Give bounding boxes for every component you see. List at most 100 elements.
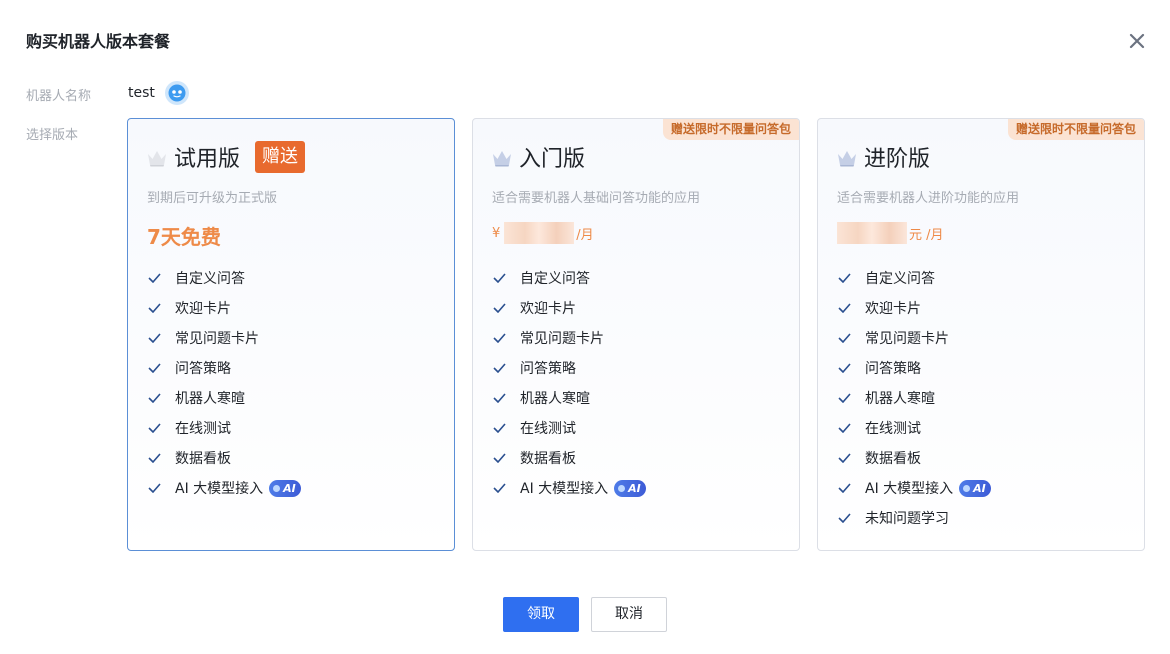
plan-card-trial[interactable]: 试用版 赠送 到期后可升级为正式版 7天免费 自定义问答 欢迎卡片 常见问题卡片…: [127, 118, 455, 551]
check-icon: [838, 453, 851, 463]
ai-badge-label: AI: [283, 481, 296, 495]
check-icon: [493, 453, 506, 463]
crown-icon: [148, 151, 166, 167]
feature-item: 在线测试: [493, 413, 646, 443]
bot-name-value: test: [128, 85, 155, 101]
feature-label: AI 大模型接入: [520, 481, 609, 497]
check-icon: [493, 393, 506, 403]
price-unit: 元 /月: [909, 227, 944, 243]
check-icon: [493, 363, 506, 373]
feature-item: 机器人寒暄: [148, 383, 301, 413]
check-icon: [838, 393, 851, 403]
feature-label: 问答策略: [865, 361, 921, 377]
check-icon: [493, 483, 506, 493]
feature-item: 欢迎卡片: [493, 293, 646, 323]
dialog-title: 购买机器人版本套餐: [26, 32, 171, 51]
check-icon: [493, 303, 506, 313]
feature-item: AI 大模型接入 AI: [838, 473, 991, 503]
feature-list: 自定义问答 欢迎卡片 常见问题卡片 问答策略 机器人寒暄 在线测试 数据看板 A…: [838, 263, 991, 533]
plan-card-basic[interactable]: 赠送限时不限量问答包 入门版 适合需要机器人基础问答功能的应用 ¥ /月 自定义…: [472, 118, 800, 551]
bot-name-label: 机器人名称: [26, 89, 92, 104]
confirm-button[interactable]: 领取: [503, 597, 579, 632]
ai-badge-label: AI: [628, 481, 641, 495]
feature-item: 问答策略: [493, 353, 646, 383]
feature-item: 未知问题学习: [838, 503, 991, 533]
feature-label: 自定义问答: [865, 271, 935, 287]
check-icon: [148, 363, 161, 373]
feature-label: 在线测试: [175, 421, 231, 437]
feature-item: 机器人寒暄: [838, 383, 991, 413]
feature-item: 欢迎卡片: [838, 293, 991, 323]
feature-label: 在线测试: [520, 421, 576, 437]
crown-icon: [838, 151, 856, 167]
feature-label: 在线测试: [865, 421, 921, 437]
feature-item: 自定义问答: [493, 263, 646, 293]
check-icon: [493, 333, 506, 343]
ai-badge: AI: [959, 479, 991, 497]
plan-description: 适合需要机器人基础问答功能的应用: [492, 191, 701, 206]
version-label: 选择版本: [26, 128, 79, 143]
check-icon: [838, 273, 851, 283]
plan-name: 进阶版: [864, 147, 931, 172]
promo-ribbon: 赠送限时不限量问答包: [662, 119, 799, 140]
gift-tag: 赠送: [255, 141, 305, 173]
check-icon: [148, 273, 161, 283]
feature-label: 机器人寒暄: [520, 391, 590, 407]
feature-label: 常见问题卡片: [865, 331, 949, 347]
ai-dot-icon: [273, 484, 281, 492]
check-icon: [493, 423, 506, 433]
check-icon: [148, 483, 161, 493]
feature-label: 常见问题卡片: [175, 331, 259, 347]
plan-card-advanced[interactable]: 赠送限时不限量问答包 进阶版 适合需要机器人进阶功能的应用 元 /月 自定义问答…: [817, 118, 1145, 551]
plan-price: 元 /月: [837, 221, 944, 245]
feature-label: 问答策略: [175, 361, 231, 377]
ai-badge: AI: [614, 479, 646, 497]
price-currency: ¥: [492, 225, 501, 241]
feature-list: 自定义问答 欢迎卡片 常见问题卡片 问答策略 机器人寒暄 在线测试 数据看板 A…: [493, 263, 646, 503]
check-icon: [148, 423, 161, 433]
feature-label: 数据看板: [175, 451, 231, 467]
feature-item: 欢迎卡片: [148, 293, 301, 323]
feature-item: AI 大模型接入 AI: [148, 473, 301, 503]
feature-label: 未知问题学习: [865, 511, 949, 527]
feature-item: 数据看板: [493, 443, 646, 473]
feature-label: 自定义问答: [520, 271, 590, 287]
ai-dot-icon: [963, 484, 971, 492]
cancel-button[interactable]: 取消: [591, 597, 667, 632]
feature-list: 自定义问答 欢迎卡片 常见问题卡片 问答策略 机器人寒暄 在线测试 数据看板 A…: [148, 263, 301, 503]
check-icon: [838, 423, 851, 433]
feature-label: 机器人寒暄: [175, 391, 245, 407]
feature-item: 数据看板: [838, 443, 991, 473]
feature-item: 在线测试: [148, 413, 301, 443]
feature-label: 常见问题卡片: [520, 331, 604, 347]
check-icon: [148, 333, 161, 343]
plan-price: 7天免费: [147, 225, 221, 249]
feature-label: AI 大模型接入: [175, 481, 264, 497]
check-icon: [493, 273, 506, 283]
close-icon[interactable]: [1126, 30, 1148, 52]
feature-item: 常见问题卡片: [148, 323, 301, 353]
feature-label: 数据看板: [865, 451, 921, 467]
check-icon: [838, 333, 851, 343]
check-icon: [838, 303, 851, 313]
feature-label: 自定义问答: [175, 271, 245, 287]
plan-description: 到期后可升级为正式版: [147, 191, 278, 206]
plan-name: 试用版: [174, 147, 241, 172]
ai-badge-label: AI: [973, 481, 986, 495]
feature-item: 数据看板: [148, 443, 301, 473]
feature-item: 常见问题卡片: [493, 323, 646, 353]
feature-item: 常见问题卡片: [838, 323, 991, 353]
ai-badge: AI: [269, 479, 301, 497]
price-amount-masked: [504, 222, 575, 244]
feature-item: 问答策略: [838, 353, 991, 383]
feature-item: 在线测试: [838, 413, 991, 443]
check-icon: [838, 363, 851, 373]
check-icon: [838, 513, 851, 523]
plan-description: 适合需要机器人进阶功能的应用: [837, 191, 1020, 206]
feature-item: 机器人寒暄: [493, 383, 646, 413]
feature-item: 自定义问答: [838, 263, 991, 293]
feature-item: 问答策略: [148, 353, 301, 383]
price-amount-masked: [837, 222, 907, 244]
feature-item: 自定义问答: [148, 263, 301, 293]
feature-label: 机器人寒暄: [865, 391, 935, 407]
